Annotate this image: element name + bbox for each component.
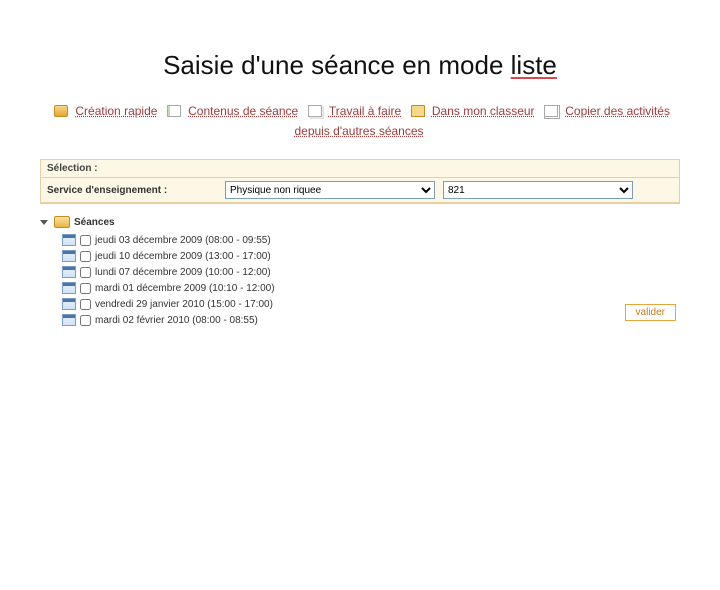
- new-doc-icon: [54, 105, 68, 117]
- link-creation-rapide[interactable]: Création rapide: [75, 104, 157, 118]
- service-select[interactable]: Physique non riquee: [225, 181, 435, 199]
- list-item: lundi 07 décembre 2009 (10:00 - 12:00): [62, 264, 680, 280]
- calendar-icon: [62, 266, 76, 278]
- calendar-icon: [62, 314, 76, 326]
- folder-icon: [411, 105, 425, 117]
- calendar-icon: [62, 282, 76, 294]
- validate-button[interactable]: valider: [625, 304, 676, 321]
- seances-header[interactable]: Séances: [40, 216, 680, 228]
- pages-icon: [308, 105, 322, 117]
- list-item: mardi 02 février 2010 (08:00 - 08:55): [62, 312, 680, 328]
- filter-panel: Sélection : Service d'enseignement : Phy…: [40, 159, 680, 204]
- seance-checkbox[interactable]: [80, 235, 91, 246]
- link-dans-mon-classeur[interactable]: Dans mon classeur: [432, 104, 535, 118]
- seance-label: jeudi 10 décembre 2009 (13:00 - 17:00): [95, 251, 271, 262]
- seances-block: Séances jeudi 03 décembre 2009 (08:00 - …: [40, 216, 680, 328]
- group-select[interactable]: 821: [443, 181, 633, 199]
- calendar-icon: [62, 250, 76, 262]
- list-item: jeudi 10 décembre 2009 (13:00 - 17:00): [62, 248, 680, 264]
- selection-header: Sélection :: [41, 160, 679, 178]
- seance-label: mardi 01 décembre 2009 (10:10 - 12:00): [95, 283, 275, 294]
- seances-title: Séances: [74, 217, 115, 228]
- list-item: mardi 01 décembre 2009 (10:10 - 12:00): [62, 280, 680, 296]
- service-label: Service d'enseignement :: [47, 185, 217, 196]
- seance-label: jeudi 03 décembre 2009 (08:00 - 09:55): [95, 235, 271, 246]
- seance-checkbox[interactable]: [80, 251, 91, 262]
- seance-checkbox[interactable]: [80, 315, 91, 326]
- service-row: Service d'enseignement : Physique non ri…: [41, 178, 679, 203]
- link-travail-a-faire[interactable]: Travail à faire: [329, 104, 401, 118]
- list-item: jeudi 03 décembre 2009 (08:00 - 09:55): [62, 232, 680, 248]
- folder-open-icon: [54, 216, 70, 228]
- seance-label: mardi 02 février 2010 (08:00 - 08:55): [95, 315, 258, 326]
- copy-icon: [544, 105, 558, 117]
- collapse-icon: [40, 220, 48, 225]
- calendar-icon: [62, 234, 76, 246]
- seance-list: jeudi 03 décembre 2009 (08:00 - 09:55) j…: [40, 232, 680, 328]
- calendar-icon: [62, 298, 76, 310]
- seance-label: vendredi 29 janvier 2010 (15:00 - 17:00): [95, 299, 273, 310]
- title-prefix: Saisie d'une séance en mode: [163, 50, 511, 80]
- list-item: vendredi 29 janvier 2010 (15:00 - 17:00): [62, 296, 680, 312]
- title-mode-underline: liste: [511, 50, 557, 80]
- action-toolbar: Création rapide Contenus de séance Trava…: [40, 101, 680, 141]
- link-contenus-seance[interactable]: Contenus de séance: [188, 104, 298, 118]
- page-icon: [167, 105, 181, 117]
- seance-label: lundi 07 décembre 2009 (10:00 - 12:00): [95, 267, 271, 278]
- seance-checkbox[interactable]: [80, 283, 91, 294]
- page-title: Saisie d'une séance en mode liste: [0, 50, 720, 81]
- seance-checkbox[interactable]: [80, 299, 91, 310]
- seance-checkbox[interactable]: [80, 267, 91, 278]
